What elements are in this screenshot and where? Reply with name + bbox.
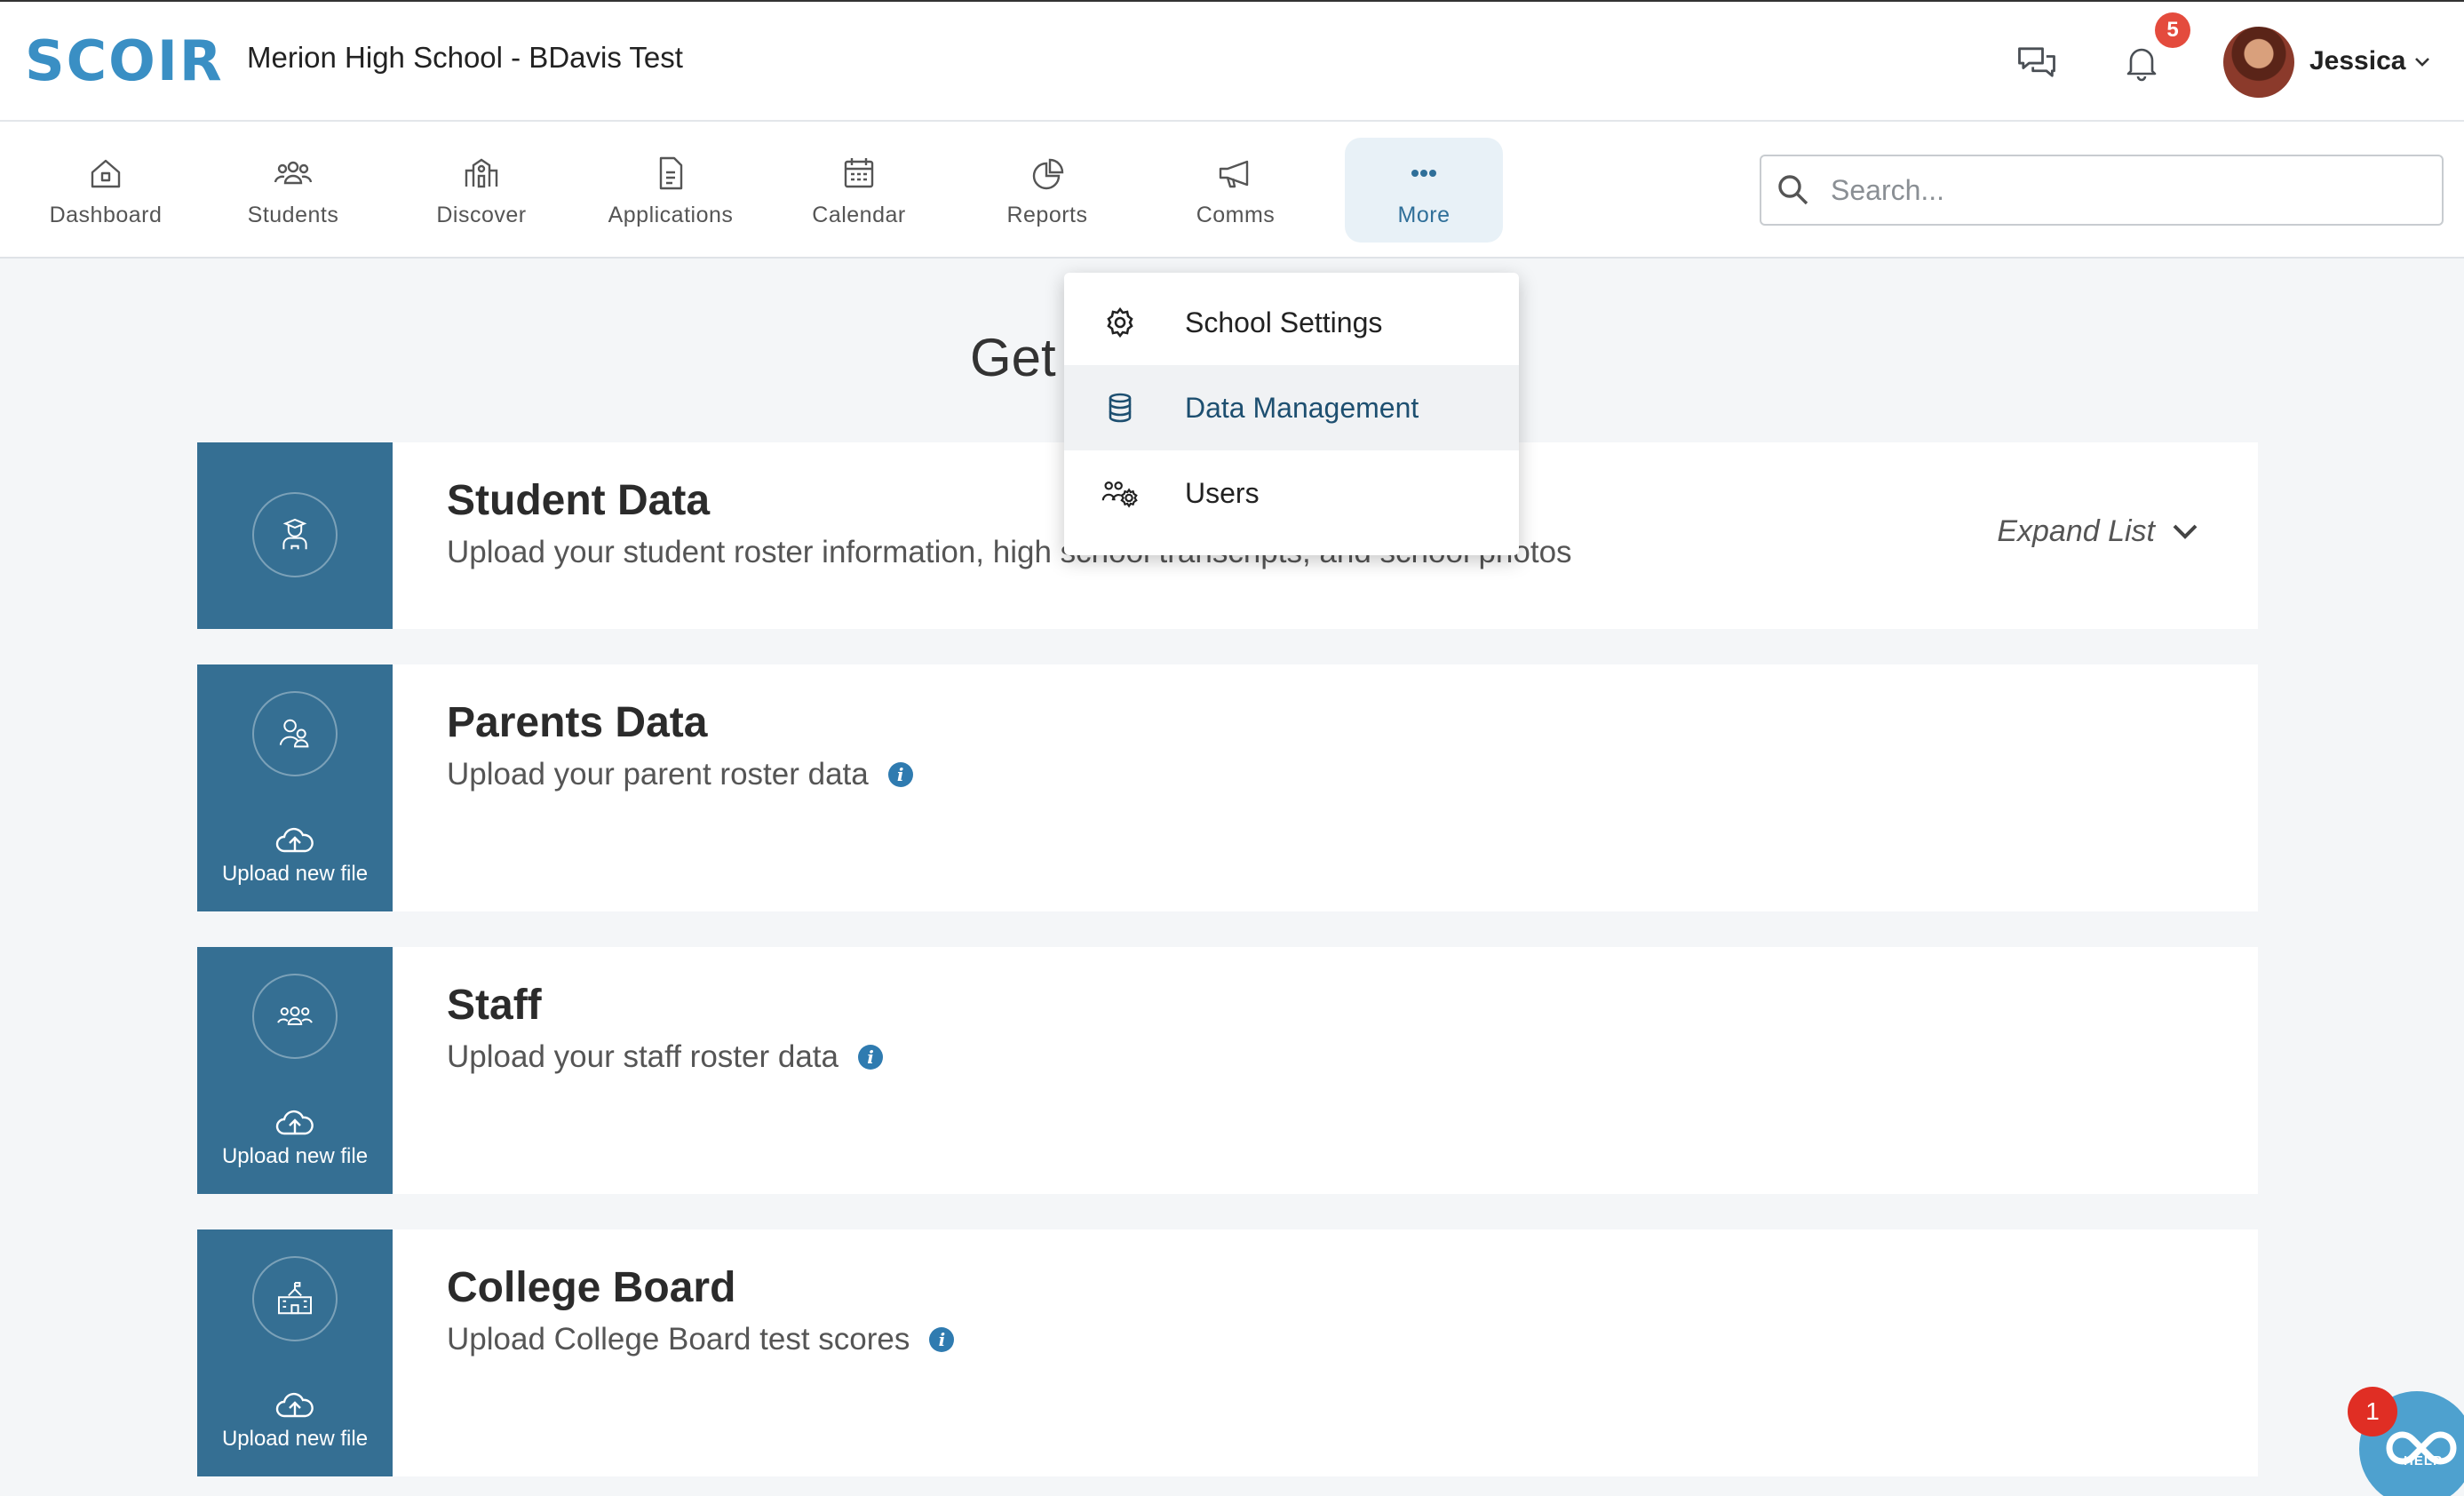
- parents-icon: [252, 691, 338, 776]
- main-nav: Dashboard Students Discover Applications…: [0, 122, 2464, 259]
- user-name[interactable]: Jessica: [2309, 46, 2405, 76]
- card-title: Staff: [447, 982, 542, 1029]
- card-subtitle-text: Upload your staff roster data: [447, 1039, 839, 1074]
- card-title: Student Data: [447, 477, 711, 524]
- search-input[interactable]: [1831, 173, 2417, 207]
- gear-icon: [1107, 306, 1133, 338]
- megaphone-icon: [1219, 160, 1249, 187]
- card-subtitle: Upload your staff roster data i: [447, 1039, 883, 1075]
- cloud-upload-icon: [275, 1392, 314, 1418]
- nav-applications[interactable]: Applications: [592, 138, 750, 243]
- nav-label: Reports: [1006, 202, 1088, 227]
- info-icon[interactable]: i: [929, 1327, 955, 1352]
- scoir-logo[interactable]: SCOIR: [25, 28, 224, 93]
- bell-icon[interactable]: [2117, 37, 2166, 87]
- card-parents-data: Upload new file Parents Data Upload your…: [197, 664, 2258, 911]
- help-label: HELP: [2404, 1453, 2444, 1468]
- info-icon[interactable]: i: [887, 762, 913, 787]
- student-icon: [252, 492, 338, 577]
- card-side-panel: Upload new file: [197, 1229, 393, 1476]
- users-gear-icon: [1101, 481, 1138, 508]
- help-badge: 1: [2348, 1387, 2397, 1436]
- card-side-panel: [197, 442, 393, 629]
- nav-reports[interactable]: Reports: [968, 138, 1126, 243]
- nav-dashboard[interactable]: Dashboard: [27, 138, 185, 243]
- menu-item-data-management[interactable]: Data Management: [1064, 365, 1519, 450]
- students-icon: [274, 161, 313, 184]
- search-box: [1760, 155, 2444, 226]
- upload-new-file-button[interactable]: Upload new file: [197, 1107, 393, 1169]
- nav-more[interactable]: More: [1345, 138, 1503, 243]
- card-title: Parents Data: [447, 699, 708, 746]
- search-icon: [1778, 175, 1808, 205]
- card-subtitle-text: Upload College Board test scores: [447, 1322, 910, 1357]
- card-subtitle: Upload College Board test scores i: [447, 1322, 955, 1357]
- card-title: College Board: [447, 1264, 736, 1311]
- more-dots-icon: [1411, 169, 1436, 177]
- upload-new-file-button[interactable]: Upload new file: [197, 824, 393, 887]
- card-side-panel: Upload new file: [197, 664, 393, 911]
- nav-label: Calendar: [812, 202, 906, 227]
- nav-label: Comms: [1196, 202, 1276, 227]
- document-icon: [659, 156, 683, 189]
- card-subtitle: Upload your parent roster data i: [447, 757, 913, 792]
- chevron-down-icon: [2173, 524, 2198, 539]
- card-college-board: Upload new file College Board Upload Col…: [197, 1229, 2258, 1476]
- upload-label: Upload new file: [221, 1427, 369, 1451]
- expand-list-label: Expand List: [1997, 513, 2155, 548]
- nav-calendar[interactable]: Calendar: [780, 138, 938, 243]
- expand-list-button[interactable]: Expand List: [1997, 513, 2203, 549]
- chevron-down-icon[interactable]: [2409, 48, 2436, 75]
- calendar-icon: [844, 157, 874, 187]
- nav-label: Discover: [436, 202, 527, 227]
- nav-label: More: [1397, 202, 1451, 227]
- avatar[interactable]: [2223, 27, 2294, 98]
- nav-comms[interactable]: Comms: [1156, 138, 1315, 243]
- cloud-upload-icon: [275, 1110, 314, 1135]
- menu-item-school-settings[interactable]: School Settings: [1064, 280, 1519, 365]
- card-subtitle-text: Upload your parent roster data: [447, 757, 869, 792]
- page-title: Get: [970, 328, 1056, 387]
- nav-label: Students: [247, 202, 339, 227]
- nav-discover[interactable]: Discover: [402, 138, 560, 243]
- more-dropdown-menu: School Settings Data Management Users: [1064, 273, 1519, 555]
- pie-chart-icon: [1032, 158, 1064, 189]
- nav-label: Dashboard: [49, 202, 163, 227]
- card-staff: Upload new file Staff Upload your staff …: [197, 947, 2258, 1194]
- discover-icon: [465, 158, 498, 187]
- menu-label: Data Management: [1185, 391, 1419, 424]
- nav-label: Applications: [608, 202, 734, 227]
- database-icon: [1109, 393, 1132, 423]
- menu-label: School Settings: [1185, 306, 1383, 338]
- info-icon[interactable]: i: [858, 1045, 883, 1070]
- upload-new-file-button[interactable]: Upload new file: [197, 1389, 393, 1452]
- school-building-icon: [252, 1256, 338, 1341]
- upload-label: Upload new file: [221, 1144, 369, 1168]
- top-bar: SCOIR Merion High School - BDavis Test 5…: [0, 0, 2464, 122]
- staff-icon: [252, 974, 338, 1059]
- menu-item-users[interactable]: Users: [1064, 450, 1519, 536]
- nav-students[interactable]: Students: [214, 138, 372, 243]
- home-icon: [91, 159, 121, 187]
- cloud-upload-icon: [275, 827, 314, 853]
- menu-label: Users: [1185, 476, 1260, 509]
- notification-badge: 5: [2155, 12, 2190, 48]
- card-side-panel: Upload new file: [197, 947, 393, 1194]
- chat-icon[interactable]: [2012, 37, 2062, 87]
- school-title: Merion High School - BDavis Test: [247, 41, 683, 74]
- upload-label: Upload new file: [221, 862, 369, 886]
